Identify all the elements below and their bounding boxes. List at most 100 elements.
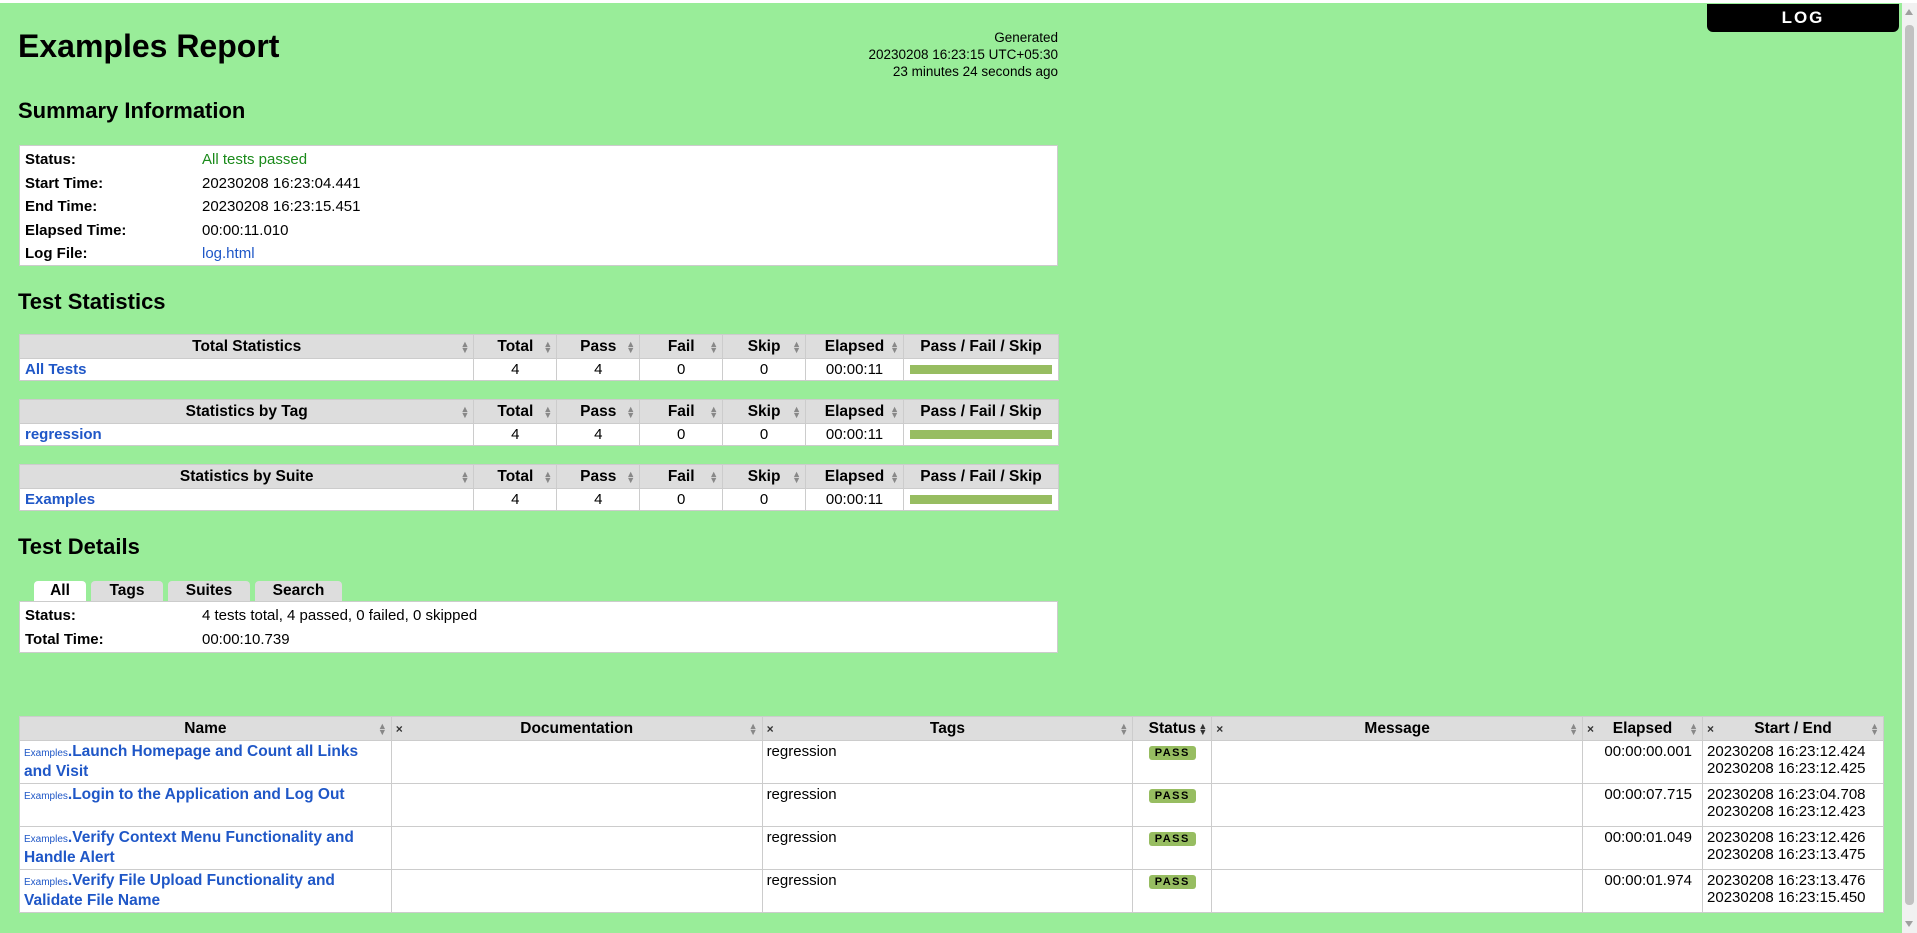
sort-icon[interactable]: ▲ ▼ xyxy=(890,405,899,420)
status-badge: PASS xyxy=(1148,875,1196,889)
sort-icon[interactable]: ▲ ▼ xyxy=(709,470,718,485)
test-row: Examples.Launch Homepage and Count all L… xyxy=(19,740,1884,784)
sort-icon[interactable]: ▲ ▼ xyxy=(792,405,801,420)
stats-col-header: Pass / Fail / Skip xyxy=(902,399,1060,424)
stats-row-name[interactable]: All Tests xyxy=(25,361,86,378)
stats-row-name[interactable]: Examples xyxy=(25,491,95,508)
sort-icon[interactable]: ▲ ▼ xyxy=(378,722,387,737)
test-name-cell: Examples.Launch Homepage and Count all L… xyxy=(19,740,392,784)
sort-icon[interactable]: ▲ ▼ xyxy=(1119,722,1128,737)
test-name-link[interactable]: Examples.Login to the Application and Lo… xyxy=(24,786,345,803)
col-name[interactable]: Name ▲ ▼ xyxy=(19,716,392,741)
statistics-table: Statistics by Tag ▲ ▼ Total ▲ ▼ Pass ▲ ▼ Fail ▲ ▼ Sk… xyxy=(18,399,1060,446)
col-message[interactable]: × Message ▲ ▼ xyxy=(1211,716,1584,741)
col-documentation[interactable]: × Documentation ▲ ▼ xyxy=(390,716,763,741)
tab-all[interactable]: All xyxy=(34,581,86,601)
sort-icon[interactable]: ▲ ▼ xyxy=(543,470,552,485)
col-elapsed[interactable]: × Elapsed ▲ ▼ xyxy=(1582,716,1704,741)
test-elapsed: 00:00:00.001 xyxy=(1582,740,1704,784)
sort-icon[interactable]: ▲ ▼ xyxy=(626,405,635,420)
sort-icon[interactable]: ▲ ▼ xyxy=(626,340,635,355)
sort-icon[interactable]: ▲ ▼ xyxy=(709,340,718,355)
test-row: Examples.Verify Context Menu Functionali… xyxy=(19,826,1884,870)
stats-col-name[interactable]: Statistics by Suite ▲ ▼ xyxy=(18,464,475,489)
summary-heading: Summary Information xyxy=(18,98,246,123)
sort-icon[interactable]: ▲ ▼ xyxy=(890,470,899,485)
sort-icon[interactable]: ▲ ▼ xyxy=(626,470,635,485)
stats-col-header[interactable]: Total ▲ ▼ xyxy=(473,399,558,424)
stats-col-header[interactable]: Pass ▲ ▼ xyxy=(556,399,641,424)
scroll-down-icon[interactable] xyxy=(1905,921,1913,927)
test-doc xyxy=(390,783,763,827)
test-name-cell: Examples.Verify Context Menu Functionali… xyxy=(19,826,392,870)
stats-col-header[interactable]: Skip ▲ ▼ xyxy=(722,399,807,424)
sort-icon[interactable]: ▲ ▼ xyxy=(460,405,469,420)
sort-icon[interactable]: ▲ ▼ xyxy=(792,470,801,485)
stats-col-header[interactable]: Elapsed ▲ ▼ xyxy=(805,399,904,424)
sort-icon[interactable]: ▲ ▼ xyxy=(1870,722,1879,737)
stats-col-header[interactable]: Skip ▲ ▼ xyxy=(722,334,807,359)
test-name-cell: Examples.Verify File Upload Functionalit… xyxy=(19,869,392,913)
stats-col-header[interactable]: Elapsed ▲ ▼ xyxy=(805,334,904,359)
sort-icon[interactable]: ▲ ▼ xyxy=(1198,722,1207,737)
test-name-link[interactable]: Examples.Launch Homepage and Count all L… xyxy=(24,743,358,780)
test-status-cell: PASS xyxy=(1132,826,1213,870)
test-suite-prefix: Examples xyxy=(24,877,68,888)
stats-row-name[interactable]: regression xyxy=(25,426,102,443)
sort-icon[interactable]: ▲ ▼ xyxy=(1689,722,1698,737)
stats-col-header[interactable]: Elapsed ▲ ▼ xyxy=(805,464,904,489)
col-message-label: Message xyxy=(1364,719,1430,737)
test-start: 20230208 16:23:12.426 xyxy=(1707,829,1866,846)
hide-column-icon[interactable]: × xyxy=(1216,722,1223,736)
stats-col-header[interactable]: Fail ▲ ▼ xyxy=(639,334,724,359)
sort-icon[interactable]: ▲ ▼ xyxy=(460,340,469,355)
hide-column-icon[interactable]: × xyxy=(1707,722,1714,736)
test-start: 20230208 16:23:04.708 xyxy=(1707,786,1866,803)
stats-col-header[interactable]: Pass ▲ ▼ xyxy=(556,334,641,359)
stats-pass: 4 xyxy=(556,488,641,511)
sort-icon[interactable]: ▲ ▼ xyxy=(749,722,758,737)
test-status-cell: PASS xyxy=(1132,869,1213,913)
col-tags-label: Tags xyxy=(929,719,965,737)
hide-column-icon[interactable]: × xyxy=(767,722,774,736)
sort-icon[interactable]: ▲ ▼ xyxy=(543,405,552,420)
stats-skip: 0 xyxy=(722,423,807,446)
pass-fail-skip-graph xyxy=(902,358,1060,381)
pass-bar xyxy=(909,365,1052,374)
stats-col-header[interactable]: Fail ▲ ▼ xyxy=(639,464,724,489)
hide-column-icon[interactable]: × xyxy=(1587,722,1594,736)
test-name-link[interactable]: Examples.Verify File Upload Functionalit… xyxy=(24,872,335,909)
col-status[interactable]: Status ▲ ▼ xyxy=(1132,716,1213,741)
sort-icon[interactable]: ▲ ▼ xyxy=(890,340,899,355)
stats-col-label: Pass xyxy=(580,402,617,420)
sort-icon[interactable]: ▲ ▼ xyxy=(1569,722,1578,737)
scrollbar-thumb[interactable] xyxy=(1905,25,1914,905)
test-row: Examples.Login to the Application and Lo… xyxy=(19,783,1884,827)
test-details-table: Name ▲ ▼ × Documentation ▲ ▼ × Tags ▲ ▼ Status ▲ ▼… xyxy=(19,716,1884,913)
tab-suites[interactable]: Suites xyxy=(168,581,250,601)
stats-col-header[interactable]: Total ▲ ▼ xyxy=(473,464,558,489)
test-name-link[interactable]: Examples.Verify Context Menu Functionali… xyxy=(24,829,354,866)
log-button[interactable]: LOG xyxy=(1707,4,1899,32)
stats-col-header[interactable]: Skip ▲ ▼ xyxy=(722,464,807,489)
stats-col-header[interactable]: Pass ▲ ▼ xyxy=(556,464,641,489)
hide-column-icon[interactable]: × xyxy=(396,722,403,736)
col-tags[interactable]: × Tags ▲ ▼ xyxy=(761,716,1134,741)
sort-icon[interactable]: ▲ ▼ xyxy=(543,340,552,355)
test-elapsed: 00:00:01.049 xyxy=(1582,826,1704,870)
stats-col-name[interactable]: Total Statistics ▲ ▼ xyxy=(18,334,475,359)
sort-icon[interactable]: ▲ ▼ xyxy=(709,405,718,420)
pass-bar xyxy=(909,430,1052,439)
sort-icon[interactable]: ▲ ▼ xyxy=(792,340,801,355)
tab-tags[interactable]: Tags xyxy=(91,581,163,601)
log-file-link[interactable]: log.html xyxy=(202,245,255,262)
tab-search[interactable]: Search xyxy=(255,581,342,601)
stats-col-header[interactable]: Total ▲ ▼ xyxy=(473,334,558,359)
vertical-scrollbar[interactable] xyxy=(1902,3,1917,933)
test-end: 20230208 16:23:12.423 xyxy=(1707,803,1866,820)
col-start-end[interactable]: × Start / End ▲ ▼ xyxy=(1702,716,1884,741)
scroll-up-icon[interactable] xyxy=(1905,9,1913,15)
sort-icon[interactable]: ▲ ▼ xyxy=(460,470,469,485)
stats-col-header[interactable]: Fail ▲ ▼ xyxy=(639,399,724,424)
stats-col-name[interactable]: Statistics by Tag ▲ ▼ xyxy=(18,399,475,424)
